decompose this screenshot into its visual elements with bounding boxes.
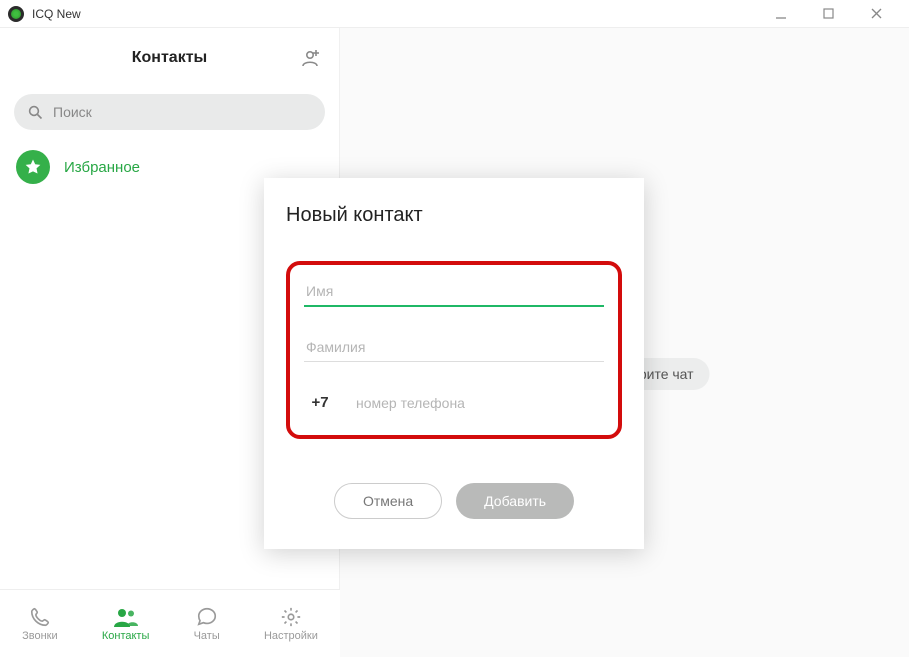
add-contact-icon[interactable] [299, 49, 321, 67]
search-icon [28, 105, 43, 120]
search-input[interactable]: Поиск [14, 94, 325, 130]
modal-buttons: Отмена Добавить [286, 483, 622, 519]
window-controls [775, 8, 901, 20]
fields-highlight-box: +7 [286, 261, 622, 439]
contacts-title: Контакты [132, 49, 207, 67]
nav-contacts-label: Контакты [102, 630, 150, 642]
surname-field-wrapper [304, 333, 604, 362]
close-button[interactable] [871, 8, 901, 20]
titlebar: ICQ New [0, 0, 909, 28]
app-title: ICQ New [32, 7, 81, 21]
country-code[interactable]: +7 [304, 388, 336, 417]
add-button[interactable]: Добавить [456, 483, 574, 519]
new-contact-modal: Новый контакт +7 Отмена Добавить [264, 178, 644, 549]
nav-calls-label: Звонки [22, 630, 58, 642]
surname-input[interactable] [304, 333, 604, 362]
contacts-header: Контакты [0, 28, 339, 88]
nav-settings[interactable]: Настройки [264, 606, 318, 642]
name-field-wrapper [304, 277, 604, 307]
star-icon [16, 150, 50, 184]
modal-title: Новый контакт [286, 204, 622, 227]
phone-icon [29, 606, 51, 628]
phone-input[interactable] [354, 389, 604, 417]
app-icon [8, 6, 24, 22]
bottom-nav: Звонки Контакты Чаты [0, 589, 340, 657]
search-placeholder: Поиск [53, 104, 92, 120]
phone-field-wrapper: +7 [304, 388, 604, 417]
nav-chats-label: Чаты [194, 630, 220, 642]
name-input[interactable] [304, 277, 604, 307]
nav-chats[interactable]: Чаты [194, 606, 220, 642]
nav-contacts[interactable]: Контакты [102, 606, 150, 642]
favorites-label: Избранное [64, 159, 140, 176]
maximize-button[interactable] [823, 8, 853, 20]
cancel-button[interactable]: Отмена [334, 483, 442, 519]
minimize-button[interactable] [775, 8, 805, 20]
contacts-icon [113, 606, 139, 628]
gear-icon [280, 606, 302, 628]
chat-icon [196, 606, 218, 628]
nav-calls[interactable]: Звонки [22, 606, 58, 642]
nav-settings-label: Настройки [264, 630, 318, 642]
